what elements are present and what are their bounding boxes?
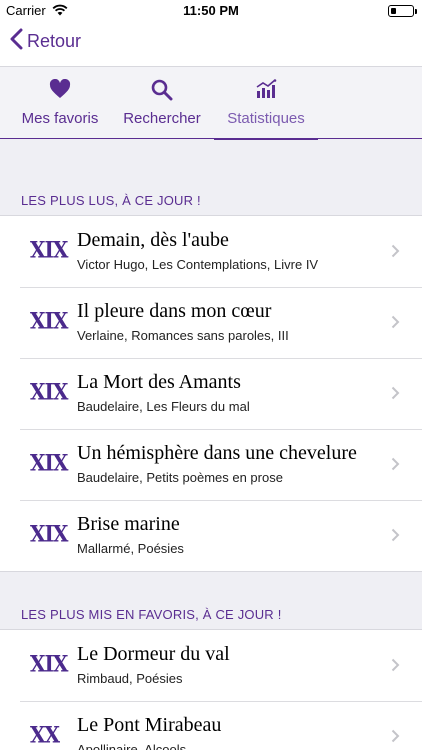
active-tab-indicator: [214, 138, 318, 140]
tab-search-label: Rechercher: [123, 110, 201, 127]
tab-bar: Mes favoris Rechercher Statistiques: [0, 66, 422, 140]
century-badge: XIX: [30, 307, 68, 335]
list-item[interactable]: XIX Demain, dès l'aube Victor Hugo, Les …: [0, 216, 422, 287]
poem-author: Verlaine, Romances sans paroles, III: [77, 328, 289, 343]
navigation-bar: Retour: [0, 22, 422, 66]
century-badge: XIX: [30, 650, 68, 678]
century-badge: XIX: [30, 449, 68, 477]
poem-author: Baudelaire, Petits poèmes en prose: [77, 470, 283, 485]
stats-icon: [255, 79, 277, 104]
list-item[interactable]: XIX Il pleure dans mon cœur Verlaine, Ro…: [0, 287, 422, 358]
chevron-right-icon: [391, 244, 400, 263]
chevron-left-icon: [10, 28, 23, 55]
century-badge: XX: [30, 721, 60, 749]
section-header-most-favorited: LES PLUS MIS EN FAVORIS, À CE JOUR !: [21, 607, 282, 622]
poem-title: Demain, dès l'aube: [77, 229, 229, 251]
poem-author: Victor Hugo, Les Contemplations, Livre I…: [77, 257, 319, 272]
battery-icon: [388, 5, 417, 17]
poem-title: Brise marine: [77, 513, 180, 535]
poem-title: Le Dormeur du val: [77, 643, 230, 665]
tab-search[interactable]: Rechercher: [117, 67, 207, 139]
century-badge: XIX: [30, 378, 68, 406]
chevron-right-icon: [391, 315, 400, 334]
status-time: 11:50 PM: [183, 3, 239, 18]
back-button[interactable]: Retour: [10, 28, 81, 55]
most-read-list: XIX Demain, dès l'aube Victor Hugo, Les …: [0, 215, 422, 572]
chevron-right-icon: [391, 729, 400, 748]
chevron-right-icon: [391, 658, 400, 677]
chevron-right-icon: [391, 386, 400, 405]
most-favorited-list: XIX Le Dormeur du val Rimbaud, Poésies X…: [0, 629, 422, 750]
tab-statistics[interactable]: Statistiques: [214, 67, 318, 140]
poem-author: Baudelaire, Les Fleurs du mal: [77, 399, 250, 414]
heart-icon: [49, 78, 71, 104]
chevron-right-icon: [391, 528, 400, 547]
century-badge: XIX: [30, 520, 68, 548]
poem-author: Mallarmé, Poésies: [77, 541, 184, 556]
poem-author: Apollinaire, Alcools: [77, 742, 187, 750]
list-item[interactable]: XIX La Mort des Amants Baudelaire, Les F…: [0, 358, 422, 429]
tab-statistics-label: Statistiques: [227, 110, 305, 127]
list-item[interactable]: XIX Le Dormeur du val Rimbaud, Poésies: [0, 630, 422, 701]
status-bar: Carrier 11:50 PM: [0, 0, 422, 22]
back-label: Retour: [27, 31, 82, 51]
poem-title: La Mort des Amants: [77, 371, 241, 393]
list-item[interactable]: XIX Brise marine Mallarmé, Poésies: [0, 500, 422, 571]
poem-author: Rimbaud, Poésies: [77, 671, 183, 686]
list-item[interactable]: XIX Un hémisphère dans une chevelure Bau…: [0, 429, 422, 500]
section-header-most-read: LES PLUS LUS, À CE JOUR !: [21, 193, 201, 208]
list-item[interactable]: XX Le Pont Mirabeau Apollinaire, Alcools: [0, 701, 422, 750]
search-icon: [151, 79, 173, 106]
chevron-right-icon: [391, 457, 400, 476]
tab-favorites-label: Mes favoris: [21, 110, 99, 127]
tab-favorites[interactable]: Mes favoris: [12, 67, 108, 139]
poem-title: Il pleure dans mon cœur: [77, 300, 272, 322]
poem-title: Un hémisphère dans une chevelure: [77, 442, 357, 464]
century-badge: XIX: [30, 236, 68, 264]
poem-title: Le Pont Mirabeau: [77, 714, 222, 736]
